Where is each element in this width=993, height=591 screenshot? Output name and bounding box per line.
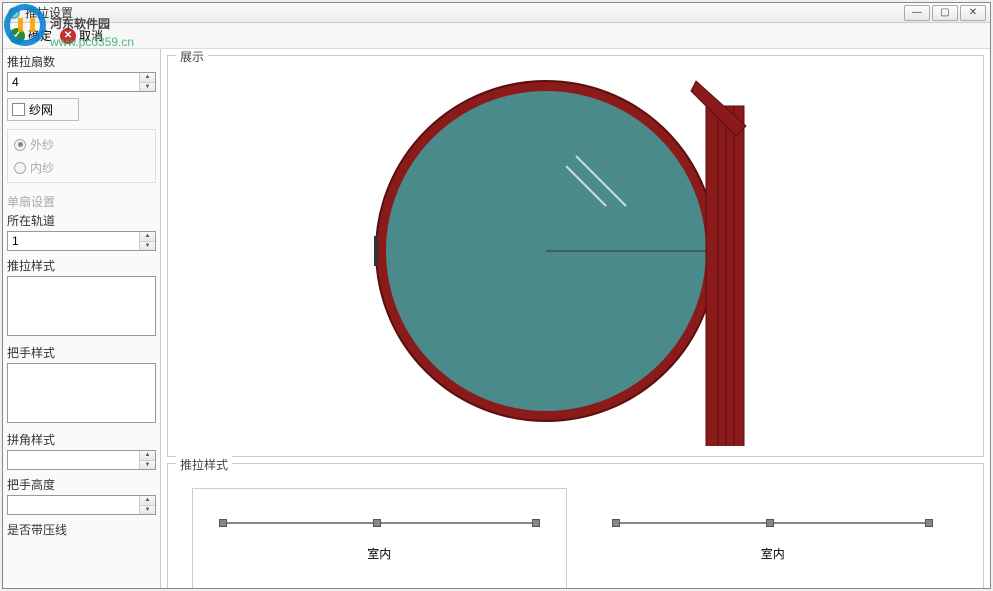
- corner-style-input[interactable]: ▲ ▼: [7, 450, 156, 470]
- press-line-label: 是否带压线: [7, 521, 156, 538]
- corner-style-label: 拼角样式: [7, 431, 156, 448]
- main-area: 展示: [161, 49, 990, 588]
- x-icon: ✕: [60, 28, 76, 44]
- preview-display: [178, 66, 973, 446]
- close-button[interactable]: ✕: [960, 5, 986, 21]
- slide-style-list[interactable]: [7, 276, 156, 336]
- outer-screen-label: 外纱: [30, 136, 54, 153]
- track-diagram-icon: [219, 517, 540, 529]
- window-title: 推拉设置: [25, 4, 904, 21]
- track-input[interactable]: ▲ ▼: [7, 231, 156, 251]
- style-option-2[interactable]: 室内: [587, 488, 960, 588]
- track-label: 所在轨道: [7, 212, 156, 229]
- screen-type-group: 外纱 内纱: [7, 129, 156, 183]
- spin-up-icon[interactable]: ▲: [140, 451, 155, 461]
- corner-style-field[interactable]: [8, 451, 139, 469]
- outer-screen-radio-row: 外纱: [14, 136, 149, 153]
- confirm-button[interactable]: ✓ 确定: [9, 27, 52, 44]
- handle-height-input[interactable]: ▲ ▼: [7, 495, 156, 515]
- sash-count-field[interactable]: [8, 73, 139, 91]
- confirm-label: 确定: [28, 27, 52, 44]
- interior-label-2: 室内: [761, 545, 785, 562]
- inner-screen-radio-row: 内纱: [14, 159, 149, 176]
- style-title: 推拉样式: [176, 456, 232, 473]
- spin-up-icon[interactable]: ▲: [140, 73, 155, 83]
- spin-down-icon[interactable]: ▼: [140, 83, 155, 92]
- screen-checkbox-row[interactable]: 纱网: [7, 98, 79, 121]
- single-sash-label: 单扇设置: [7, 193, 156, 210]
- check-icon: ✓: [9, 28, 25, 44]
- titlebar: 推拉设置 — ▢ ✕: [3, 3, 990, 23]
- maximize-button[interactable]: ▢: [932, 5, 958, 21]
- handle-style-list[interactable]: [7, 363, 156, 423]
- track-diagram-icon: [612, 517, 933, 529]
- spin-down-icon[interactable]: ▼: [140, 506, 155, 515]
- handle-style-label: 把手样式: [7, 344, 156, 361]
- door-preview-icon: [366, 66, 786, 446]
- style-option-1[interactable]: 室内: [192, 488, 567, 588]
- slide-style-label: 推拉样式: [7, 257, 156, 274]
- handle-height-label: 把手高度: [7, 476, 156, 493]
- spin-up-icon[interactable]: ▲: [140, 496, 155, 506]
- screen-checkbox[interactable]: [12, 103, 25, 116]
- sidebar: 推拉扇数 ▲ ▼ 纱网 外纱: [3, 49, 161, 588]
- spin-down-icon[interactable]: ▼: [140, 461, 155, 470]
- cancel-label: 取消: [79, 27, 103, 44]
- app-icon: [7, 6, 21, 20]
- sash-count-input[interactable]: ▲ ▼: [7, 72, 156, 92]
- toolbar: ✓ 确定 ✕ 取消: [3, 23, 990, 49]
- inner-screen-radio: [14, 162, 26, 174]
- spin-down-icon[interactable]: ▼: [140, 242, 155, 251]
- inner-screen-label: 内纱: [30, 159, 54, 176]
- track-field[interactable]: [8, 232, 139, 250]
- outer-screen-radio: [14, 139, 26, 151]
- display-title: 展示: [176, 49, 208, 65]
- handle-height-field[interactable]: [8, 496, 139, 514]
- screen-label: 纱网: [29, 101, 53, 118]
- sash-count-label: 推拉扇数: [7, 53, 156, 70]
- minimize-button[interactable]: —: [904, 5, 930, 21]
- interior-label-1: 室内: [367, 545, 391, 562]
- spin-up-icon[interactable]: ▲: [140, 232, 155, 242]
- cancel-button[interactable]: ✕ 取消: [60, 27, 103, 44]
